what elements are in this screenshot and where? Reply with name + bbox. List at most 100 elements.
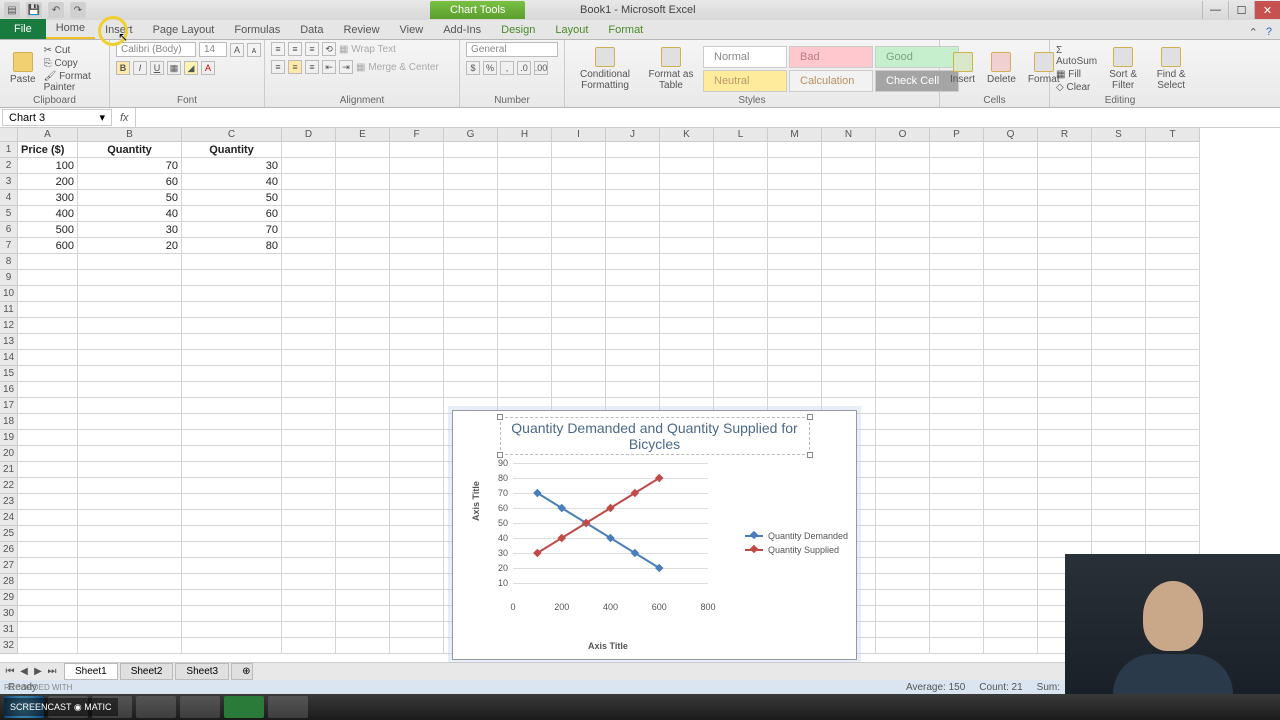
cell[interactable] [984, 350, 1038, 366]
cell[interactable] [714, 286, 768, 302]
cell[interactable] [282, 478, 336, 494]
cell[interactable] [768, 222, 822, 238]
cell[interactable] [768, 302, 822, 318]
cell[interactable] [1146, 254, 1200, 270]
cell[interactable] [78, 606, 182, 622]
row-header[interactable]: 11 [0, 302, 18, 318]
cell[interactable] [182, 398, 282, 414]
row-header[interactable]: 6 [0, 222, 18, 238]
cell[interactable] [768, 238, 822, 254]
cell[interactable] [282, 382, 336, 398]
cell[interactable] [18, 286, 78, 302]
cell[interactable] [282, 638, 336, 654]
cell[interactable] [182, 334, 282, 350]
cell[interactable] [444, 142, 498, 158]
cell[interactable] [444, 254, 498, 270]
cell[interactable] [390, 334, 444, 350]
cell[interactable] [182, 638, 282, 654]
cell[interactable] [552, 318, 606, 334]
cell[interactable]: 70 [182, 222, 282, 238]
cell[interactable] [606, 334, 660, 350]
maximize-button[interactable]: ☐ [1228, 1, 1254, 19]
cell[interactable] [18, 350, 78, 366]
cell[interactable] [18, 382, 78, 398]
resize-handle-icon[interactable] [807, 414, 813, 420]
cell[interactable] [984, 510, 1038, 526]
cell[interactable] [1038, 366, 1092, 382]
cell[interactable] [768, 334, 822, 350]
cell[interactable] [876, 542, 930, 558]
cell[interactable] [18, 334, 78, 350]
cell[interactable] [282, 206, 336, 222]
cell[interactable] [930, 270, 984, 286]
cell[interactable] [390, 446, 444, 462]
cell[interactable] [876, 302, 930, 318]
cell[interactable] [1038, 430, 1092, 446]
indent-increase-icon[interactable]: ⇥ [339, 60, 353, 74]
cell[interactable] [182, 286, 282, 302]
cell[interactable] [78, 462, 182, 478]
cell[interactable] [78, 302, 182, 318]
cell[interactable] [930, 462, 984, 478]
cell[interactable] [822, 302, 876, 318]
cell[interactable] [606, 158, 660, 174]
cell[interactable] [390, 638, 444, 654]
cell[interactable] [1146, 238, 1200, 254]
cell[interactable] [876, 638, 930, 654]
cell[interactable] [182, 622, 282, 638]
cell[interactable] [876, 382, 930, 398]
cell[interactable] [182, 558, 282, 574]
cell[interactable] [930, 622, 984, 638]
cell[interactable] [552, 174, 606, 190]
column-header[interactable]: T [1146, 128, 1200, 142]
format-as-table-button[interactable]: Format as Table [643, 45, 699, 93]
cell[interactable] [1146, 174, 1200, 190]
cell[interactable] [876, 574, 930, 590]
row-header[interactable]: 2 [0, 158, 18, 174]
cell[interactable] [714, 366, 768, 382]
cell[interactable] [768, 190, 822, 206]
cell[interactable] [336, 254, 390, 270]
cell[interactable] [1092, 270, 1146, 286]
merge-center-button[interactable]: ▦ Merge & Center [356, 62, 439, 73]
sort-filter-button[interactable]: Sort & Filter [1101, 45, 1145, 93]
cell[interactable] [714, 174, 768, 190]
bold-button[interactable]: B [116, 61, 130, 75]
cell[interactable] [984, 414, 1038, 430]
cell[interactable] [18, 446, 78, 462]
grow-font-icon[interactable]: A [230, 43, 244, 57]
cell[interactable]: 60 [182, 206, 282, 222]
cell[interactable] [18, 318, 78, 334]
legend-entry[interactable]: Quantity Supplied [745, 545, 848, 555]
cell[interactable] [336, 494, 390, 510]
tab-design[interactable]: Design [491, 21, 545, 39]
cell[interactable] [182, 606, 282, 622]
cell[interactable] [1038, 190, 1092, 206]
cell[interactable] [78, 350, 182, 366]
cell[interactable] [336, 606, 390, 622]
row-header[interactable]: 13 [0, 334, 18, 350]
cell[interactable] [78, 574, 182, 590]
chart-legend[interactable]: Quantity Demanded Quantity Supplied [745, 531, 848, 559]
column-header[interactable]: I [552, 128, 606, 142]
cell[interactable] [876, 350, 930, 366]
cell[interactable] [498, 302, 552, 318]
cell[interactable] [930, 446, 984, 462]
cell[interactable] [444, 190, 498, 206]
cell[interactable] [444, 174, 498, 190]
cell[interactable] [930, 398, 984, 414]
cell[interactable] [282, 174, 336, 190]
cell[interactable] [498, 222, 552, 238]
cell[interactable] [78, 270, 182, 286]
cell[interactable] [390, 222, 444, 238]
cell[interactable] [1038, 382, 1092, 398]
cell[interactable] [876, 526, 930, 542]
cell[interactable] [552, 158, 606, 174]
format-painter-button[interactable]: 🖌 Format Painter [44, 71, 103, 93]
cell[interactable] [390, 462, 444, 478]
delete-cells-button[interactable]: Delete [983, 50, 1020, 87]
taskbar-app-icon[interactable] [180, 696, 220, 718]
cell[interactable] [498, 190, 552, 206]
cell[interactable] [390, 158, 444, 174]
cell[interactable]: 70 [78, 158, 182, 174]
